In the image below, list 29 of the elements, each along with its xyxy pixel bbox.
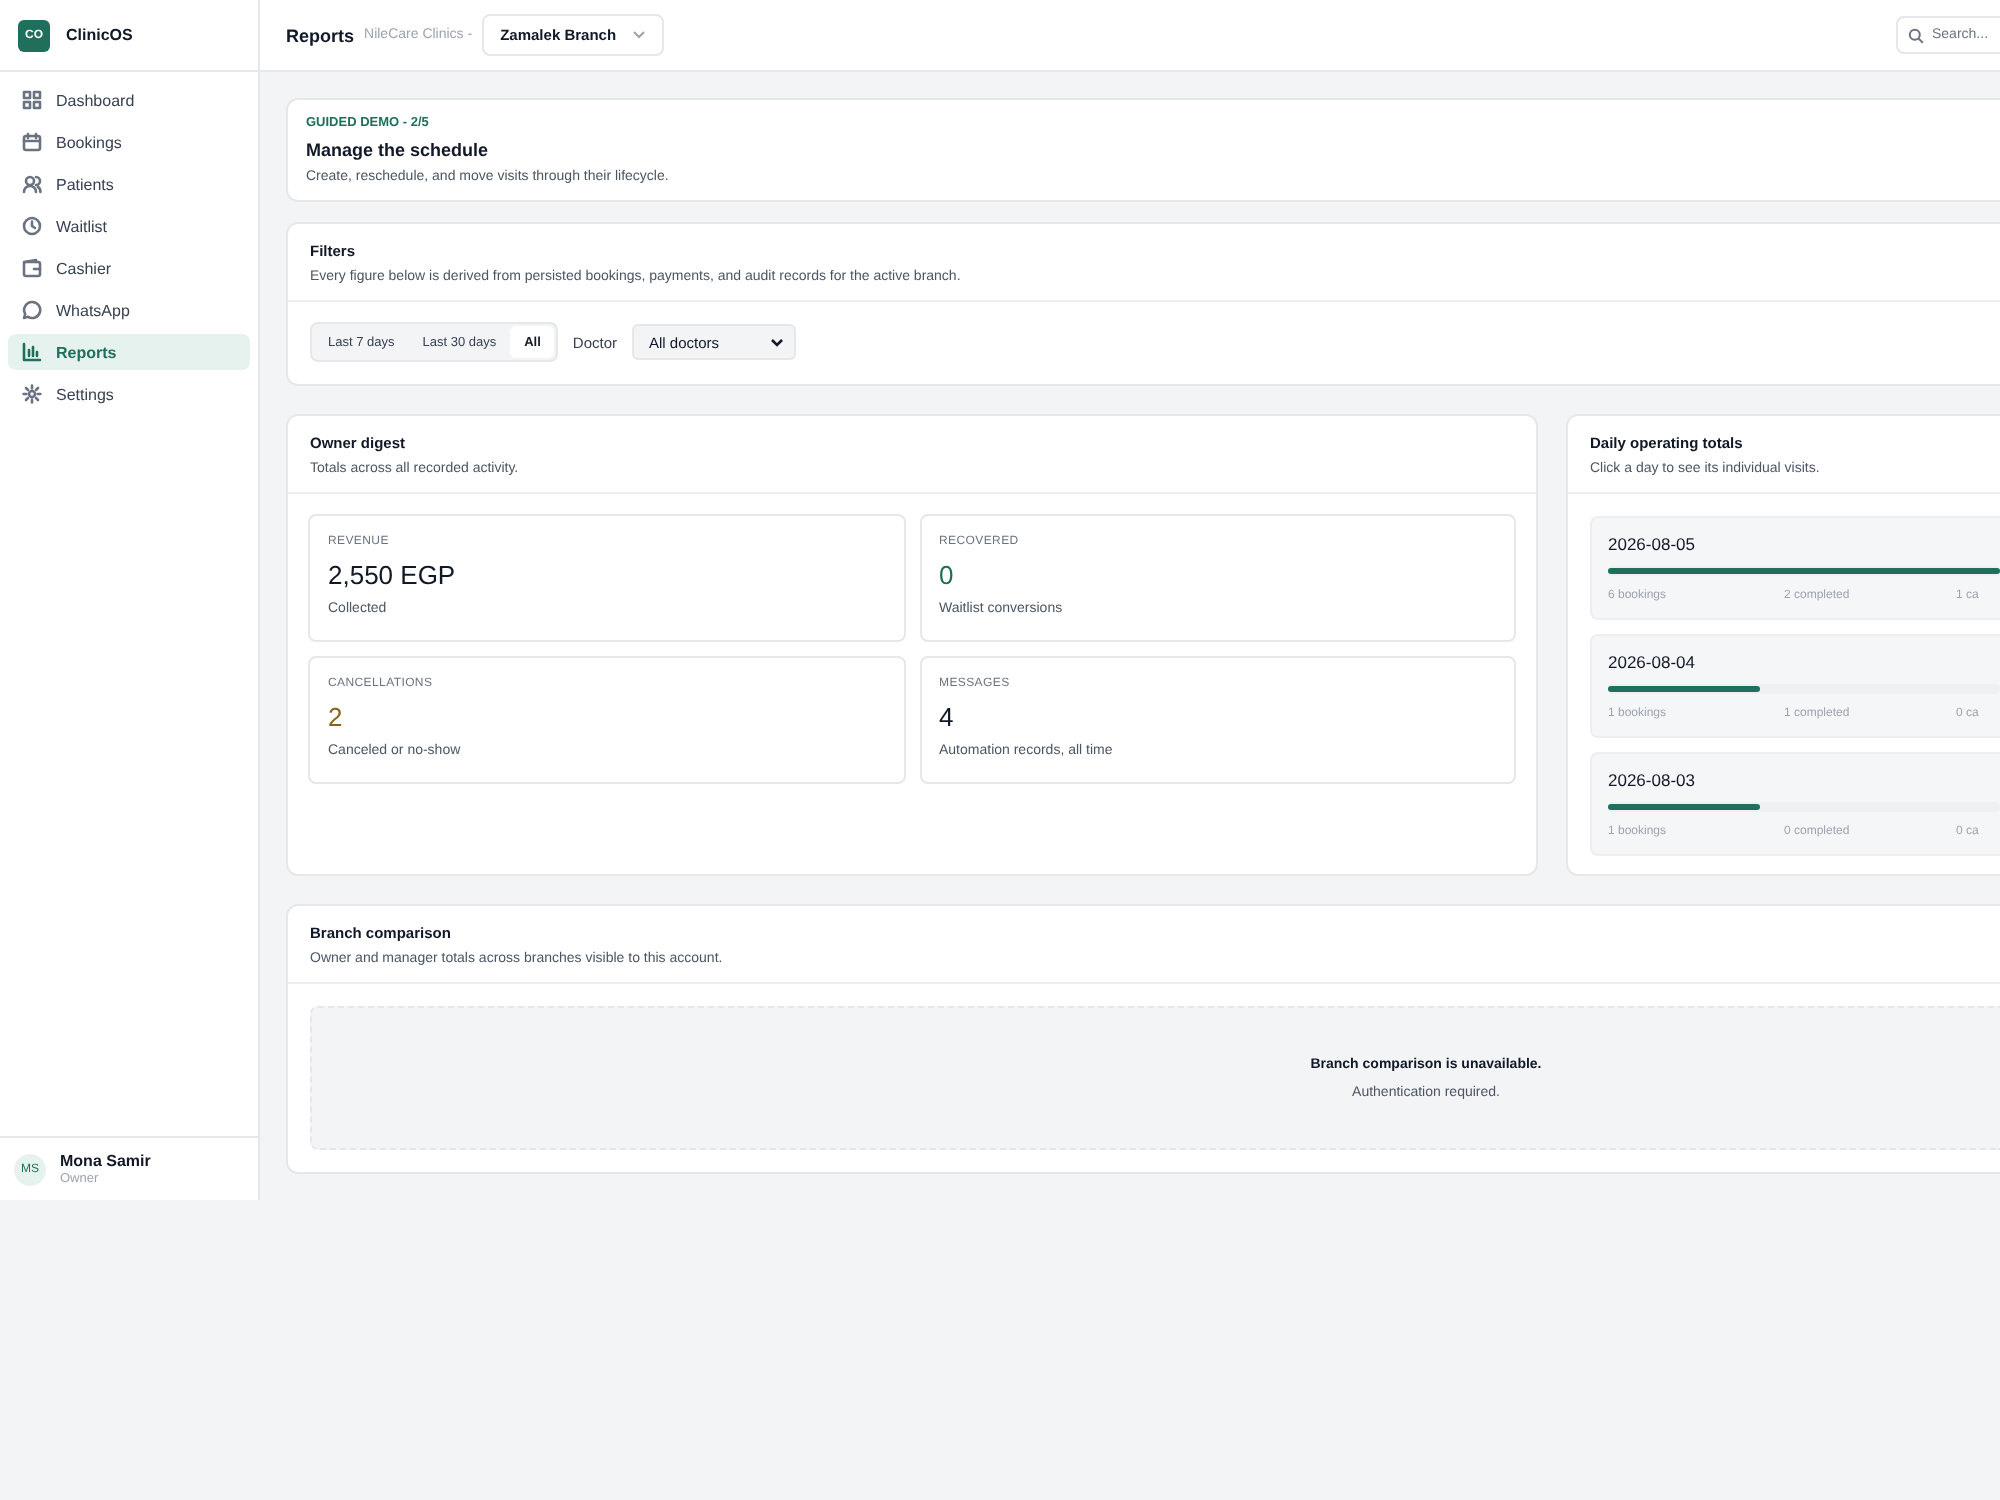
sidebar-item[interactable]: Settings: [8, 376, 250, 412]
metric-value: 2: [328, 702, 345, 732]
sidebar-item[interactable]: Patients: [8, 166, 250, 202]
calendar-icon: [22, 132, 42, 152]
day-date: 2026-08-03: [1608, 770, 1697, 790]
sidebar-item[interactable]: Waitlist: [8, 208, 250, 244]
chat-icon: [22, 300, 42, 320]
sidebar-item[interactable]: Bookings: [8, 124, 250, 160]
settings-icon: [22, 384, 42, 404]
day-date: 2026-08-05: [1608, 534, 1697, 554]
bar-chart-icon: [22, 342, 42, 362]
day-date: 2026-08-04: [1608, 652, 1697, 672]
metric-value: 0: [939, 560, 956, 590]
chevron-down-icon: [769, 337, 784, 347]
sidebar-item[interactable]: Dashboard: [8, 82, 250, 118]
chevron-down-icon: [632, 30, 647, 40]
sidebar-item[interactable]: Reports: [8, 334, 250, 370]
grid-icon: [22, 90, 42, 110]
metric-value: 2,550 EGP: [328, 560, 458, 590]
page-title: Reports: [286, 25, 355, 45]
clock-icon: [22, 216, 42, 236]
guide-title: Manage the schedule: [306, 140, 491, 160]
app-name: ClinicOS: [66, 26, 133, 44]
user-name: Mona Samir: [60, 1152, 151, 1170]
wallet-icon: [22, 258, 42, 278]
people-icon: [22, 174, 42, 194]
metric-value: 4: [939, 702, 956, 732]
sidebar-item[interactable]: WhatsApp: [8, 292, 250, 328]
sidebar-item[interactable]: Cashier: [8, 250, 250, 286]
